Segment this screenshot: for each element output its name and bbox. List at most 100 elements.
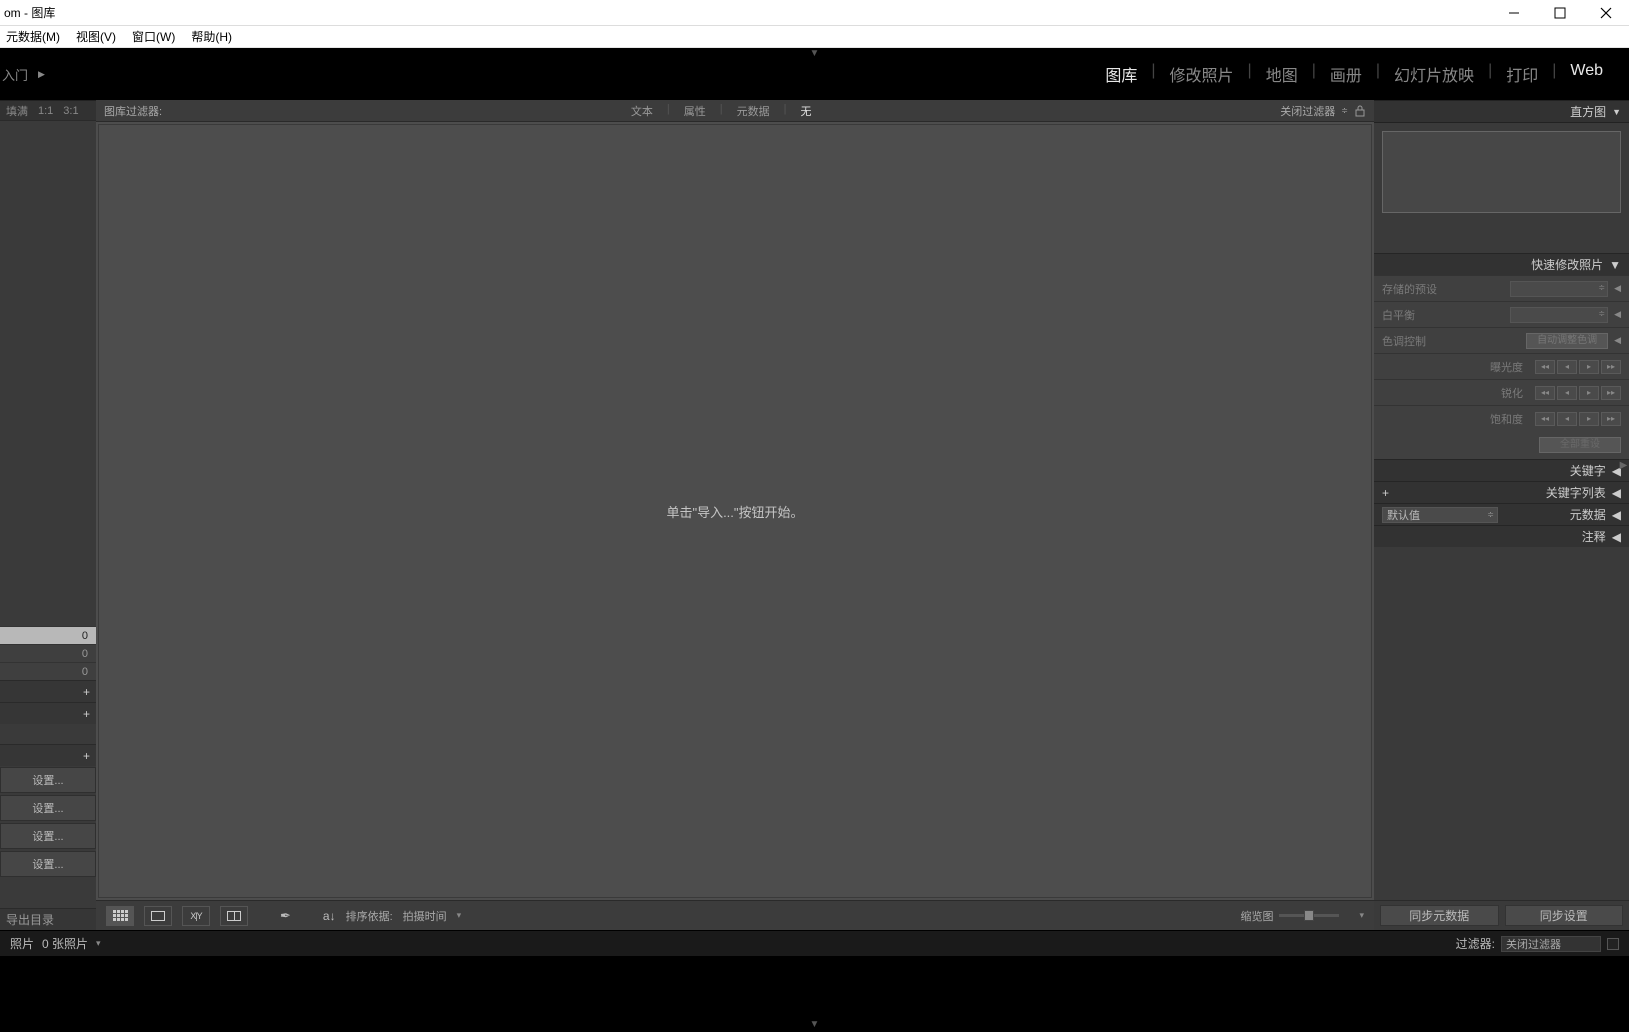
film-filter-lock[interactable] [1607, 938, 1619, 950]
quick-develop-label: 快速修改照片 [1531, 256, 1603, 273]
plus-icon[interactable]: + [1382, 486, 1389, 500]
title-bar: om - 图库 [0, 0, 1629, 26]
menu-help[interactable]: 帮助(H) [191, 28, 232, 45]
loupe-view-button[interactable] [144, 906, 172, 926]
window-controls [1491, 0, 1629, 26]
wb-label: 白平衡 [1382, 307, 1415, 323]
quick-develop-panel: 存储的预设 ≑ ◀ 白平衡 ≑ ◀ 色调控制 自动调整色调 ◀ 曝光度 ◂◂ [1374, 275, 1629, 459]
chevron-left-icon[interactable]: ◀ [1614, 283, 1621, 294]
publish-add[interactable]: + [0, 744, 96, 766]
step-plus-big[interactable]: ▸▸ [1601, 386, 1621, 400]
step-plus[interactable]: ▸ [1579, 360, 1599, 374]
zoom-1-1[interactable]: 1:1 [38, 105, 53, 117]
sync-metadata-button[interactable]: 同步元数据 [1380, 905, 1499, 926]
keyword-list-label: 关键字列表 [1546, 484, 1606, 501]
export-catalog-button[interactable]: 导出目录 [0, 908, 96, 930]
folders-add[interactable]: + [0, 680, 96, 702]
thumb-slider[interactable] [1279, 914, 1339, 917]
auto-tone-button[interactable]: 自动调整色调 [1526, 333, 1608, 349]
step-minus-big[interactable]: ◂◂ [1535, 412, 1555, 426]
histogram-header[interactable]: 直方图 ▼ [1374, 101, 1629, 123]
sort-value[interactable]: 拍摄时间 [403, 908, 447, 924]
collapse-bottom-icon[interactable]: ▼ [810, 1019, 820, 1030]
filter-attribute[interactable]: 属性 [684, 103, 706, 119]
collections-add[interactable]: + [0, 702, 96, 724]
chevron-left-icon[interactable]: ◀ [1614, 309, 1621, 320]
play-icon[interactable]: ▶ [38, 69, 45, 80]
step-plus[interactable]: ▸ [1579, 412, 1599, 426]
survey-view-button[interactable] [220, 906, 248, 926]
filter-close[interactable]: 关闭过滤器 [1280, 103, 1335, 119]
menu-metadata[interactable]: 元数据(M) [6, 28, 60, 45]
saturation-label: 饱和度 [1483, 411, 1523, 427]
step-minus[interactable]: ◂ [1557, 386, 1577, 400]
chevron-left-icon[interactable]: ◀ [1614, 335, 1621, 346]
keywords-header[interactable]: 关键字 ◀ [1374, 459, 1629, 481]
catalog-count-c[interactable]: 0 [0, 662, 96, 680]
filter-dropdown-icon[interactable]: ≑ [1341, 106, 1348, 115]
lock-icon[interactable] [1354, 105, 1366, 117]
preset-dropdown[interactable]: ≑ [1510, 281, 1608, 297]
histogram-label: 直方图 [1570, 103, 1606, 120]
metadata-header[interactable]: 默认值 ≑ 元数据 ◀ [1374, 503, 1629, 525]
sync-settings-button[interactable]: 同步设置 [1505, 905, 1624, 926]
getting-started[interactable]: 入门 [2, 65, 28, 84]
setting-button-1[interactable]: 设置... [0, 767, 96, 793]
minimize-button[interactable] [1491, 0, 1537, 26]
menu-window[interactable]: 窗口(W) [132, 28, 175, 45]
wb-dropdown[interactable]: ≑ [1510, 307, 1608, 323]
filter-text[interactable]: 文本 [631, 103, 653, 119]
step-minus[interactable]: ◂ [1557, 360, 1577, 374]
grid-view-button[interactable] [106, 906, 134, 926]
step-minus-big[interactable]: ◂◂ [1535, 386, 1555, 400]
loupe-icon [151, 911, 165, 921]
menu-view[interactable]: 视图(V) [76, 28, 116, 45]
step-plus-big[interactable]: ▸▸ [1601, 360, 1621, 374]
module-map[interactable]: 地图 [1258, 62, 1306, 86]
step-plus-big[interactable]: ▸▸ [1601, 412, 1621, 426]
reset-all-button[interactable]: 全部重设 [1539, 437, 1621, 453]
filter-none[interactable]: 无 [800, 103, 811, 119]
import-hint: 单击"导入..."按钮开始。 [666, 502, 803, 521]
library-filter-bar: 图库过滤器: 文本| 属性| 元数据| 无 关闭过滤器 ≑ [96, 100, 1374, 122]
film-filter-dropdown[interactable]: 关闭过滤器 [1501, 936, 1601, 952]
quick-develop-header[interactable]: 快速修改照片 ▼ [1374, 253, 1629, 275]
collapse-top-icon[interactable]: ▼ [810, 48, 820, 59]
chevron-down-icon: ▼ [1609, 258, 1621, 272]
sync-buttons: 同步元数据 同步设置 [1374, 900, 1629, 930]
module-library[interactable]: 图库 [1097, 62, 1145, 86]
setting-button-4[interactable]: 设置... [0, 851, 96, 877]
keyword-list-header[interactable]: + 关键字列表 ◀ [1374, 481, 1629, 503]
sort-dropdown-icon[interactable]: ▾ [457, 910, 462, 921]
sort-direction-icon[interactable]: a↓ [323, 909, 336, 923]
step-minus-big[interactable]: ◂◂ [1535, 360, 1555, 374]
catalog-count-a[interactable]: 0 [0, 626, 96, 644]
module-print[interactable]: 打印 [1498, 62, 1546, 86]
module-develop[interactable]: 修改照片 [1162, 62, 1242, 86]
expand-right-icon[interactable]: ▶ [1618, 460, 1629, 471]
close-button[interactable] [1583, 0, 1629, 26]
metadata-preset-dropdown[interactable]: 默认值 ≑ [1382, 507, 1498, 523]
zoom-fill[interactable]: 填满 [6, 103, 28, 119]
module-bar: ▼ 入门 ▶ 图库| 修改照片| 地图| 画册| 幻灯片放映| 打印| Web [0, 48, 1629, 100]
slider-thumb[interactable] [1304, 910, 1314, 921]
maximize-button[interactable] [1537, 0, 1583, 26]
painter-icon[interactable]: ✒ [280, 908, 291, 924]
sharpen-steppers: ◂◂ ◂ ▸ ▸▸ [1535, 386, 1621, 400]
film-source-dropdown-icon[interactable]: ▾ [96, 938, 101, 949]
comments-header[interactable]: 注释 ◀ [1374, 525, 1629, 547]
catalog-count-b[interactable]: 0 [0, 644, 96, 662]
setting-button-2[interactable]: 设置... [0, 795, 96, 821]
film-count: 0 张照片 [42, 935, 88, 952]
module-book[interactable]: 画册 [1322, 62, 1370, 86]
step-minus[interactable]: ◂ [1557, 412, 1577, 426]
zoom-3-1[interactable]: 3:1 [63, 105, 78, 117]
module-web[interactable]: Web [1562, 62, 1611, 86]
module-slideshow[interactable]: 幻灯片放映 [1386, 62, 1482, 86]
filter-metadata[interactable]: 元数据 [737, 103, 770, 119]
chevron-left-icon: ◀ [1612, 530, 1621, 544]
setting-button-3[interactable]: 设置... [0, 823, 96, 849]
compare-view-button[interactable]: X|Y [182, 906, 210, 926]
toolbar-menu-icon[interactable]: ▾ [1359, 910, 1364, 921]
step-plus[interactable]: ▸ [1579, 386, 1599, 400]
